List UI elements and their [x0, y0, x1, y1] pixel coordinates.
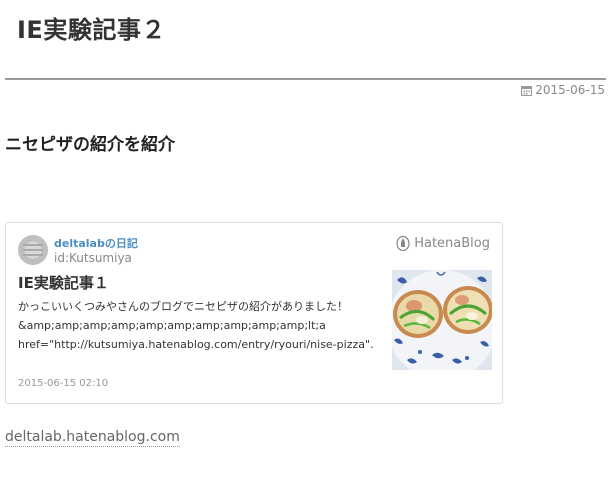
blog-card-embed[interactable]: deltalabの日記 id:Kutsumiya HatenaBlog IE実験…	[5, 222, 503, 404]
calendar-icon	[521, 85, 533, 96]
hatena-blog-logo[interactable]: HatenaBlog	[396, 235, 490, 251]
pizza-thumbnail-image[interactable]	[392, 270, 492, 370]
entry-date[interactable]: 2015-06-15	[521, 83, 605, 97]
embed-author-id[interactable]: id:Kutsumiya	[54, 251, 132, 265]
footer-blog-url-link[interactable]: deltalab.hatenablog.com	[5, 429, 180, 447]
excerpt-line: &amp;amp;amp;amp;amp;amp;amp;amp;amp;amp…	[18, 319, 326, 332]
blog-title[interactable]: IE実験記事２	[17, 10, 166, 45]
excerpt-line: かっこいいくつみやさんのブログでニセピザの紹介がありました！	[18, 300, 348, 313]
header-divider	[5, 78, 606, 80]
hatena-pen-icon	[396, 235, 410, 251]
embed-entry-title[interactable]: IE実験記事１	[18, 272, 109, 293]
pizza-photo	[392, 270, 492, 370]
entry-date-text: 2015-06-15	[535, 83, 605, 97]
entry-title[interactable]: ニセピザの紹介を紹介	[5, 130, 175, 155]
embed-blog-name[interactable]: deltalabの日記	[54, 235, 138, 251]
embed-date: 2015-06-15 02:10	[18, 378, 109, 389]
hatena-blog-label: HatenaBlog	[414, 235, 490, 251]
embed-excerpt: かっこいいくつみやさんのブログでニセピザの紹介がありました！ &amp;amp;…	[18, 297, 374, 354]
avatar[interactable]	[18, 235, 48, 265]
excerpt-line: href="http://kutsumiya.hatenablog.com/en…	[18, 338, 374, 351]
